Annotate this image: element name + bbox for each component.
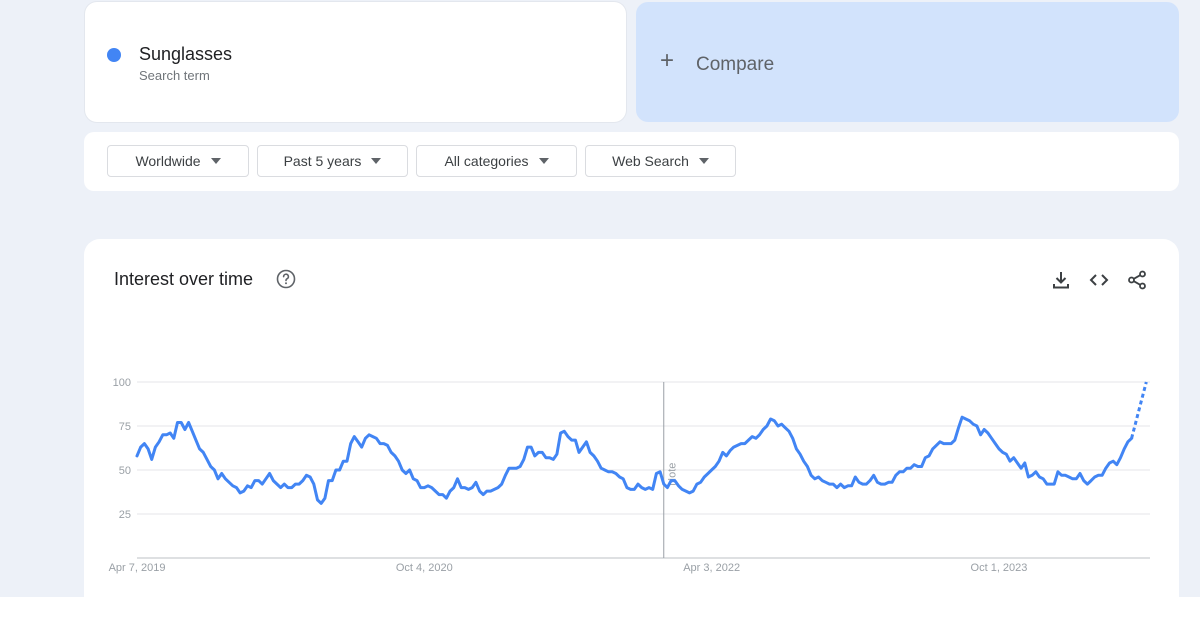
category-value: All categories [444,153,529,169]
time-range-dropdown[interactable]: Past 5 years [257,145,408,177]
caret-down-icon [538,158,549,164]
interest-over-time-card: Interest over time 25 50 75 100 Apr 7, 2019 O… [84,239,1179,619]
caret-down-icon [210,158,221,164]
search-type-value: Web Search [612,153,689,169]
caret-down-icon [698,158,709,164]
search-type-dropdown[interactable]: Web Search [585,145,736,177]
y-tick-label: 75 [119,421,131,433]
time-range-value: Past 5 years [283,153,362,169]
y-tick-label: 25 [119,509,131,521]
series-line [135,415,1134,505]
caret-down-icon [371,158,382,164]
region-value: Worldwide [135,153,201,169]
x-tick-label: Apr 7, 2019 [109,562,166,574]
x-tick-label: Oct 1, 2023 [971,562,1028,574]
search-term-card[interactable]: Sunglasses Search term [85,2,626,122]
y-tick-label: 100 [113,377,131,389]
region-dropdown[interactable]: Worldwide [107,145,249,177]
y-tick-label: 50 [119,465,131,477]
filter-bar: Worldwide Past 5 years All categories We… [84,132,1179,191]
partial-data-line [1130,381,1148,439]
compare-button[interactable]: + Compare [636,2,1179,122]
x-tick-label: Oct 4, 2020 [396,562,453,574]
term-color-dot [107,48,121,62]
interest-chart: 25 50 75 100 Apr 7, 2019 Oct 4, 2020 Apr 3, 20… [109,377,1150,574]
term-name[interactable]: Sunglasses [139,44,232,65]
x-tick-label: Apr 3, 2022 [683,562,740,574]
compare-label: Compare [696,54,775,75]
category-dropdown[interactable]: All categories [416,145,577,177]
plus-icon: + [660,47,675,74]
term-subtitle: Search term [139,68,210,83]
